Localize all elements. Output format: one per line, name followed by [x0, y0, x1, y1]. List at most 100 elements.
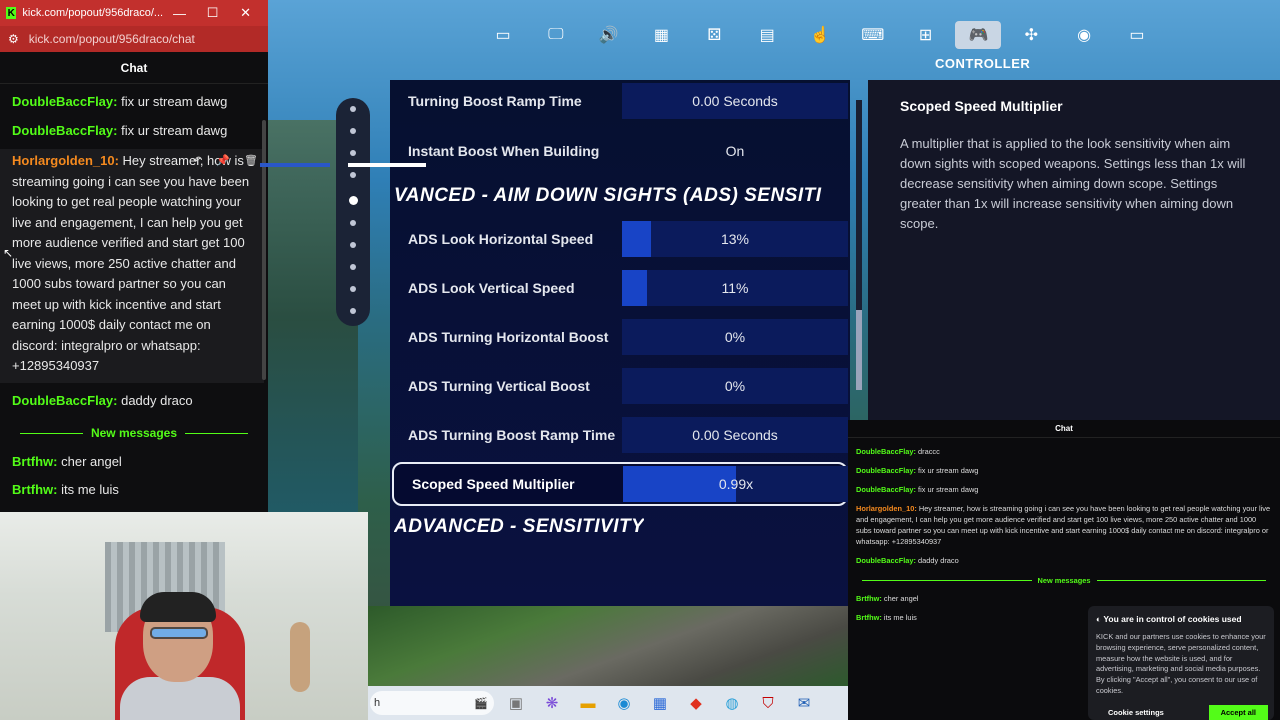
- chat-text: daddy draco: [117, 392, 193, 408]
- address-bar[interactable]: ⚙ kick.com/popout/956draco/chat: [0, 26, 268, 52]
- page-dot[interactable]: [350, 172, 356, 178]
- page-dot[interactable]: [350, 150, 356, 156]
- chat-text: its me luis: [57, 482, 119, 497]
- chat-username[interactable]: DoubleBaccFlay:: [12, 123, 117, 138]
- chat-message: Brtfhw: cher angel: [12, 452, 256, 473]
- chat-username[interactable]: DoubleBaccFlay:: [12, 94, 117, 109]
- setting-label: ADS Look Vertical Speed: [408, 280, 575, 296]
- setting-row-selected[interactable]: Scoped Speed Multiplier 0.99x: [392, 462, 849, 506]
- account-icon[interactable]: ◉: [1061, 21, 1107, 49]
- monitor-icon[interactable]: 🖵: [533, 21, 579, 49]
- chat-message: DoubleBaccFlay: fix ur stream dawg: [12, 92, 256, 113]
- setting-row[interactable]: ADS Look Horizontal Speed 13%: [390, 219, 850, 259]
- setting-row[interactable]: Turning Boost Ramp Time 0.00 Seconds: [390, 81, 850, 121]
- taskbar-search[interactable]: h 🎬: [370, 691, 494, 715]
- accept-all-button[interactable]: Accept all: [1208, 705, 1268, 720]
- site-settings-icon[interactable]: ⚙: [8, 32, 19, 46]
- rb-icon[interactable]: ▭: [1114, 21, 1160, 49]
- page-dot[interactable]: [350, 264, 356, 270]
- setting-slider[interactable]: 0.99x: [623, 466, 849, 502]
- settings-tab-bar: ▭ 🖵 🔊 ▦ ⚄ ▤ ☝ ⌨ ⊞ 🎮 ✣ ◉ ▭: [480, 20, 1160, 50]
- app-icon[interactable]: ◆: [682, 689, 710, 717]
- setting-row[interactable]: ADS Turning Horizontal Boost 0%: [390, 317, 850, 357]
- taskbar: h 🎬 ▣ ❋ ▬ ◉ ▦ ◆ ◍ ⛉ ✉: [368, 686, 848, 720]
- setting-row[interactable]: ADS Look Vertical Speed 11%: [390, 268, 850, 308]
- page-dot-active[interactable]: [349, 196, 358, 205]
- cookie-settings-button[interactable]: Cookie settings: [1096, 705, 1176, 720]
- setting-description-panel: Scoped Speed Multiplier A multiplier tha…: [868, 80, 1280, 420]
- chat-messages: DoubleBaccFlay: fix ur stream dawg Doubl…: [0, 92, 268, 501]
- chat-message: Brtfhw: its me luis: [12, 480, 256, 501]
- cookie-body: KICK and our partners use cookies to enh…: [1096, 632, 1266, 695]
- page-dot[interactable]: [350, 308, 356, 314]
- section-heading-ads: VANCED - AIM DOWN SIGHTS (ADS) SENSITI: [394, 185, 822, 206]
- outlook-icon[interactable]: ✉: [790, 689, 818, 717]
- setting-slider[interactable]: 0%: [622, 319, 848, 355]
- setting-label: Scoped Speed Multiplier: [412, 476, 575, 492]
- new-messages-divider[interactable]: New messages: [12, 423, 256, 444]
- delete-icon[interactable]: 🗑: [244, 151, 258, 172]
- settings-scroll-thumb[interactable]: [856, 310, 862, 390]
- setting-toggle[interactable]: On: [622, 133, 848, 169]
- url-text: kick.com/popout/956draco/chat: [28, 32, 195, 46]
- chat-text: fix ur stream dawg: [117, 94, 228, 109]
- chat-header: Chat: [0, 52, 268, 84]
- reply-icon[interactable]: ↶: [193, 151, 202, 172]
- toggle-indicator[interactable]: [260, 163, 426, 167]
- mini-chat-message: DoubleBaccFlay: fix ur stream dawg: [856, 485, 979, 494]
- chrome-icon[interactable]: ◍: [718, 689, 746, 717]
- folder-icon[interactable]: ▣: [502, 689, 530, 717]
- chat-text: cher angel: [57, 453, 122, 469]
- store-icon[interactable]: ▦: [646, 689, 674, 717]
- search-art-icon: 🎬: [474, 697, 488, 710]
- lb-icon[interactable]: ▭: [480, 21, 526, 49]
- page-dot[interactable]: [350, 106, 356, 112]
- chat-username[interactable]: Brtfhw:: [12, 482, 58, 497]
- page-dot[interactable]: [350, 220, 356, 226]
- description-title: Scoped Speed Multiplier: [900, 98, 1063, 114]
- mini-chat-message: Horlargolden_10: Hey streamer, how is st…: [856, 504, 1271, 546]
- gamepad-icon[interactable]: ⚄: [691, 21, 737, 49]
- page-dot[interactable]: [350, 242, 356, 248]
- page-dot[interactable]: [350, 128, 356, 134]
- setting-row[interactable]: ADS Turning Boost Ramp Time 0.00 Seconds: [390, 415, 850, 455]
- chat-username[interactable]: Brtfhw:: [12, 454, 58, 469]
- page-dot[interactable]: [350, 286, 356, 292]
- window-icon[interactable]: ▤: [744, 21, 790, 49]
- maximize-button[interactable]: ☐: [196, 5, 229, 21]
- setting-row[interactable]: ADS Turning Vertical Boost 0%: [390, 366, 850, 406]
- chat-username[interactable]: DoubleBaccFlay:: [12, 393, 117, 408]
- webcam-overlay: [0, 512, 368, 720]
- chat-message-highlighted: ↶ 📌 🗑 Horlargolden_10: Hey streamer, how…: [0, 149, 264, 383]
- setting-slider[interactable]: 0%: [622, 368, 848, 404]
- setting-label: Instant Boost When Building: [408, 143, 600, 159]
- page-indicator: [336, 98, 370, 326]
- accessibility-icon[interactable]: ⌨: [850, 21, 896, 49]
- kick-logo-icon: K: [6, 7, 17, 19]
- close-button[interactable]: ✕: [229, 5, 262, 21]
- network-icon[interactable]: ⊞: [903, 21, 949, 49]
- chat-username[interactable]: Horlargolden_10:: [12, 153, 119, 168]
- minimize-button[interactable]: —: [163, 6, 196, 21]
- pin-icon[interactable]: 📌: [216, 151, 230, 172]
- chat-scrollbar[interactable]: [262, 120, 266, 380]
- settings-list: Turning Boost Ramp Time 0.00 Seconds Ins…: [390, 80, 850, 606]
- setting-slider[interactable]: 13%: [622, 221, 848, 257]
- copilot-icon[interactable]: ❋: [538, 689, 566, 717]
- description-text: A multiplier that is applied to the look…: [900, 136, 1246, 231]
- setting-value[interactable]: 0.00 Seconds: [622, 83, 848, 119]
- wireless-controller-icon[interactable]: ✣: [1008, 21, 1054, 49]
- settings-scrollbar[interactable]: [856, 100, 862, 390]
- mini-chat-header: Chat: [848, 420, 1280, 438]
- setting-slider[interactable]: 11%: [622, 270, 848, 306]
- explorer-icon[interactable]: ▬: [574, 689, 602, 717]
- speaker-icon[interactable]: 🔊: [586, 21, 632, 49]
- mcafee-icon[interactable]: ⛉: [754, 689, 782, 717]
- grid-icon[interactable]: ▦: [638, 21, 684, 49]
- webcam-person-body: [120, 677, 240, 720]
- setting-value[interactable]: 0.00 Seconds: [622, 417, 848, 453]
- setting-row[interactable]: Instant Boost When Building On: [390, 131, 850, 171]
- touch-icon[interactable]: ☝: [797, 21, 843, 49]
- controller-icon[interactable]: 🎮: [955, 21, 1002, 49]
- edge-icon[interactable]: ◉: [610, 689, 638, 717]
